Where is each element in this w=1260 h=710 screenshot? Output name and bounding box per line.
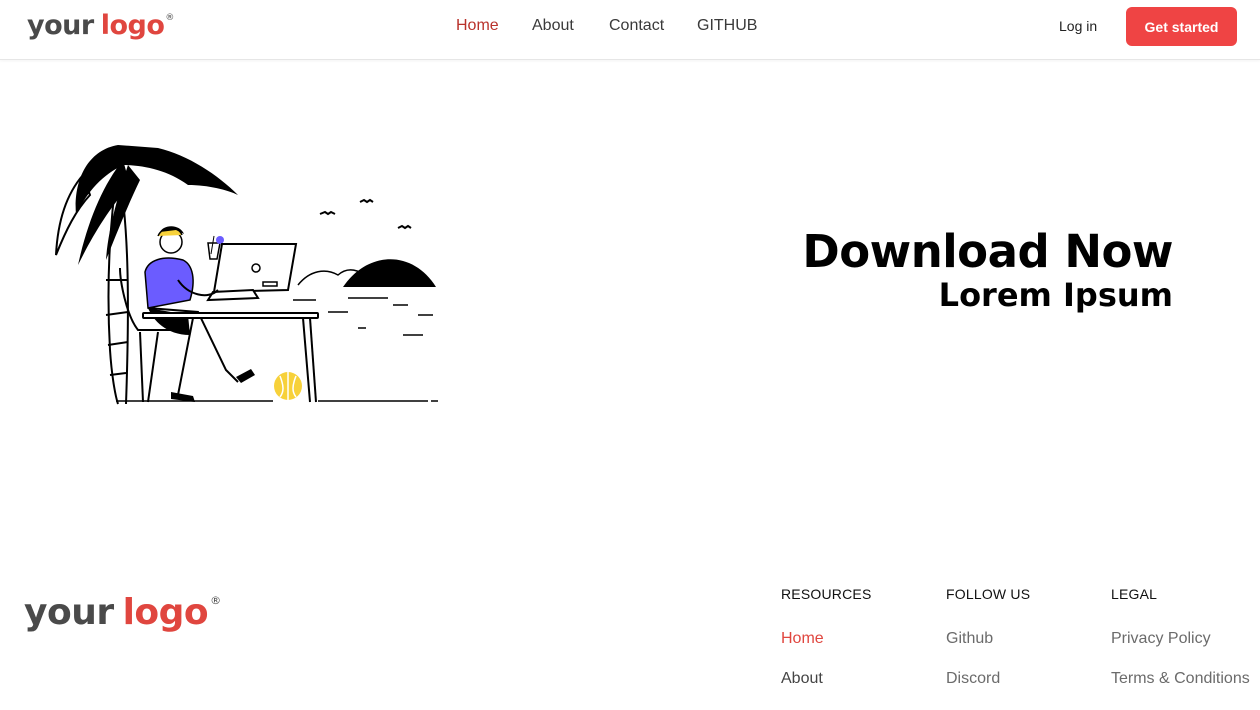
nav-link-home[interactable]: Home <box>456 17 499 35</box>
nav-link-github[interactable]: GITHUB <box>697 17 757 35</box>
footer-heading: FOLLOW US <box>946 586 1031 602</box>
footer-link-terms-conditions[interactable]: Terms & Conditions <box>1111 669 1250 688</box>
footer-link-privacy-policy[interactable]: Privacy Policy <box>1111 629 1250 648</box>
get-started-button[interactable]: Get started <box>1126 7 1237 46</box>
logo-word-your: your <box>24 592 114 633</box>
nav-link-contact[interactable]: Contact <box>609 17 664 35</box>
footer-link-home[interactable]: Home <box>781 629 871 648</box>
footer-link-discord[interactable]: Discord <box>946 669 1030 688</box>
footer-heading: RESOURCES <box>781 586 872 602</box>
footer-column-follow-us: FOLLOW US Github Discord <box>946 586 1030 709</box>
registered-mark: ® <box>210 594 221 607</box>
footer-heading: LEGAL <box>1111 586 1158 602</box>
header-logo[interactable]: your logo ® <box>27 10 174 41</box>
logo-word-logo: logo <box>122 592 209 633</box>
footer-links: Privacy Policy Terms & Conditions <box>1111 629 1250 688</box>
logo-word-logo: logo <box>100 10 165 41</box>
hero-title: Download Now <box>802 225 1173 278</box>
beach-workspace-illustration <box>55 145 438 405</box>
footer-column-resources: RESOURCES Home About <box>781 586 871 709</box>
registered-mark: ® <box>165 13 174 23</box>
footer-link-about[interactable]: About <box>781 669 871 688</box>
hero-subtitle: Lorem Ipsum <box>938 276 1173 314</box>
footer-links: Github Discord <box>946 629 1030 688</box>
login-link[interactable]: Log in <box>1059 18 1097 34</box>
site-header: your logo ® Home About Contact GITHUB Lo… <box>0 0 1260 60</box>
logo-word-your: your <box>27 10 94 41</box>
nav-link-about[interactable]: About <box>532 17 574 35</box>
footer-link-github[interactable]: Github <box>946 629 1030 648</box>
footer-column-legal: LEGAL Privacy Policy Terms & Conditions <box>1111 586 1250 709</box>
footer-links: Home About <box>781 629 871 688</box>
footer-logo[interactable]: your logo ® <box>24 592 221 633</box>
